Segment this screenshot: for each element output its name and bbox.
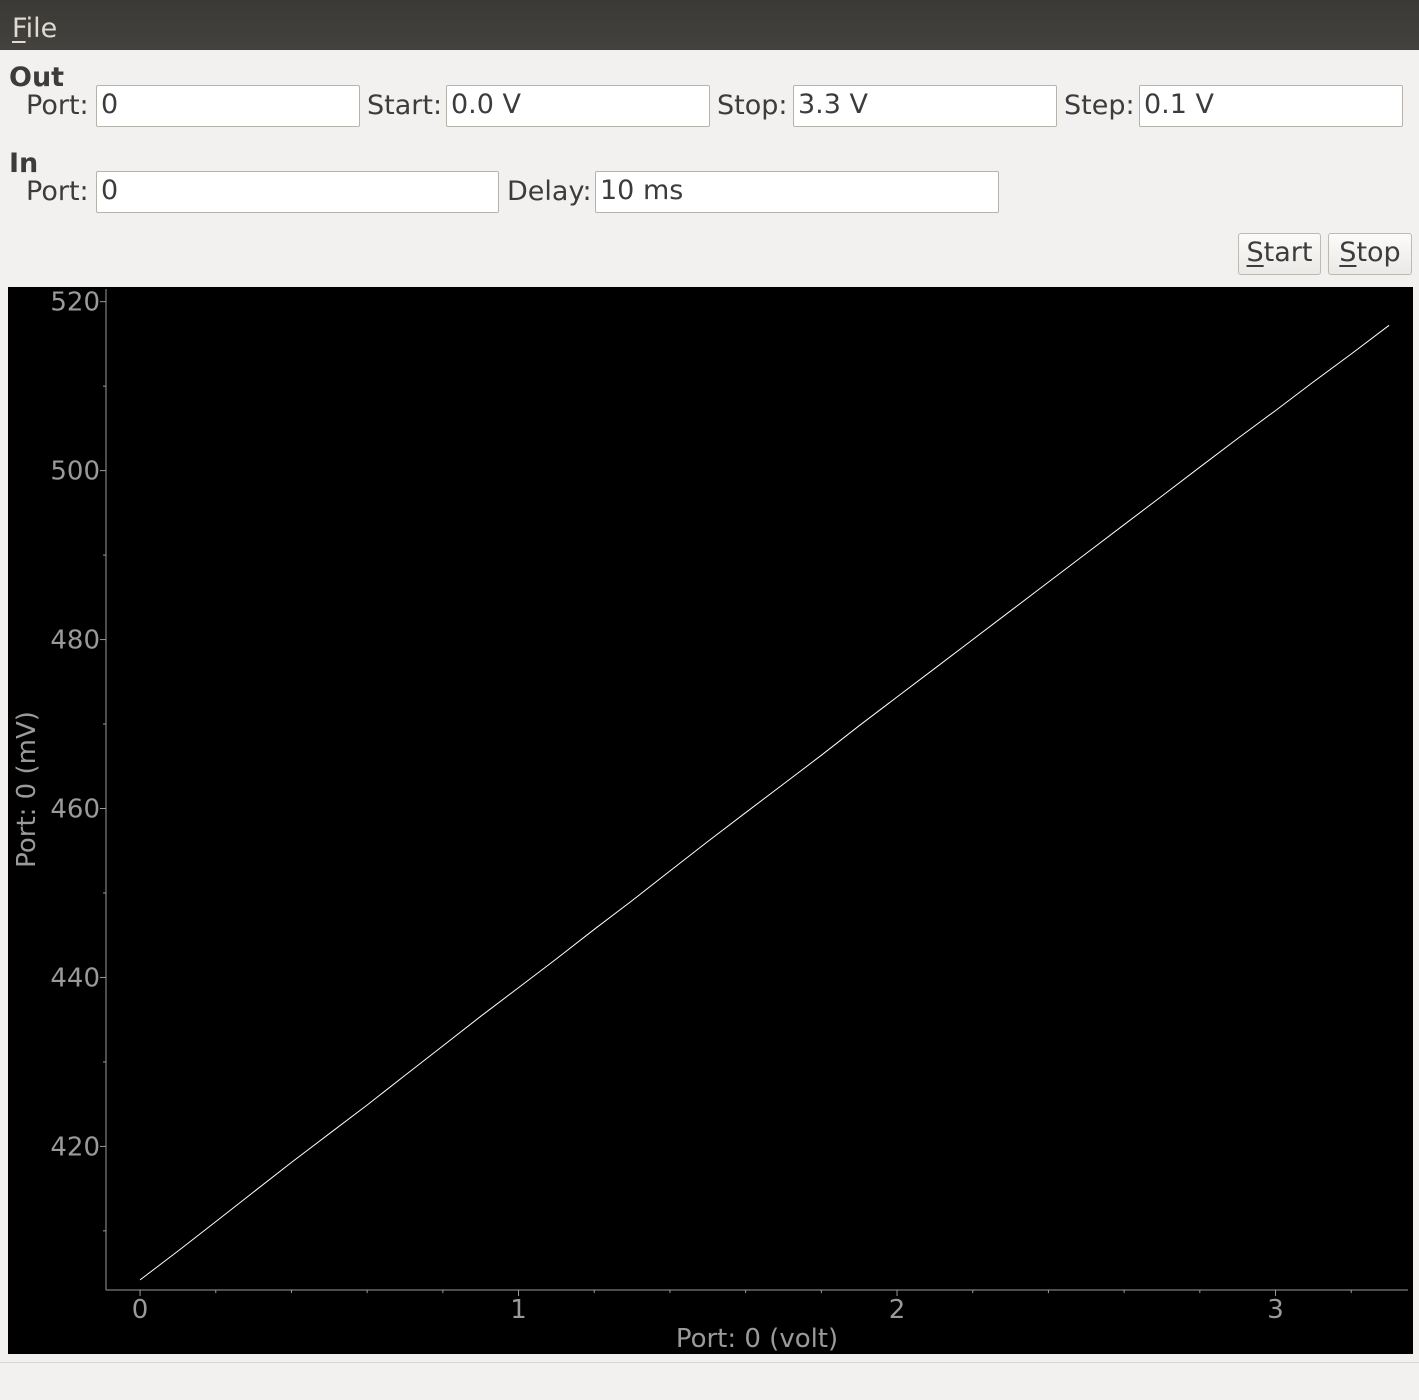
x-axis-label: Port: 0 (volt) <box>676 1324 838 1354</box>
out-start-input[interactable]: 0.0 V <box>446 85 710 127</box>
y-tick-label: 500 <box>50 457 100 487</box>
plot-area[interactable]: 420 440 460 480 500 520 0 1 2 3 Port: 0 (volt) Port… <box>8 287 1413 1354</box>
stop-button[interactable]: Stop <box>1328 233 1412 275</box>
y-tick-label: 440 <box>50 963 100 993</box>
out-step-label: Step: <box>1064 90 1135 121</box>
x-tick-label: 3 <box>1267 1295 1284 1325</box>
y-tick-label: 520 <box>50 288 100 318</box>
x-tick-label: 1 <box>510 1295 527 1325</box>
out-stop-input[interactable]: 3.3 V <box>793 85 1057 127</box>
menu-file[interactable]: File <box>12 12 57 46</box>
status-separator <box>0 1362 1419 1363</box>
menu-file-label: ile <box>25 13 58 44</box>
stop-button-mnemonic: S <box>1339 237 1357 268</box>
y-axis-label: Port: 0 (mV) <box>12 711 42 868</box>
menu-bar: File <box>0 0 1419 50</box>
series-line-0 <box>139 324 1390 1281</box>
line-chart: 420 440 460 480 500 520 0 1 2 3 Port: 0 (volt) Port… <box>12 288 1408 1354</box>
y-tick-label: 460 <box>50 795 100 825</box>
out-group-title: Out <box>9 62 65 93</box>
stop-button-label: top <box>1356 237 1401 268</box>
out-port-input[interactable]: 0 <box>96 85 360 127</box>
in-port-input[interactable]: 0 <box>96 171 499 213</box>
start-button[interactable]: Start <box>1238 233 1321 275</box>
in-port-label: Port: <box>26 176 89 207</box>
start-button-label: tart <box>1263 237 1313 268</box>
out-step-input[interactable]: 0.1 V <box>1139 85 1403 127</box>
x-tick-label: 0 <box>132 1295 149 1325</box>
y-tick-label: 480 <box>50 626 100 656</box>
x-tick-label: 2 <box>889 1295 906 1325</box>
in-group-title: In <box>9 148 39 179</box>
out-port-label: Port: <box>26 90 89 121</box>
y-tick-label: 420 <box>50 1132 100 1162</box>
in-delay-label: Delay: <box>507 176 592 207</box>
out-start-label: Start: <box>367 90 443 121</box>
in-delay-input[interactable]: 10 ms <box>595 171 999 213</box>
start-button-mnemonic: S <box>1246 237 1264 268</box>
menu-file-mnemonic: F <box>12 13 26 44</box>
out-stop-label: Stop: <box>717 90 788 121</box>
